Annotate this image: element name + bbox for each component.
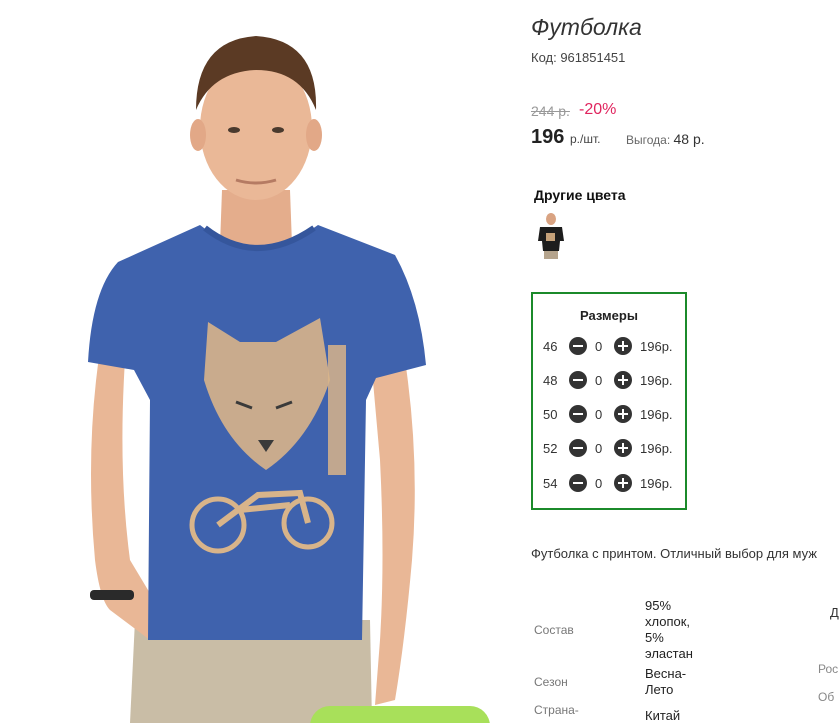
size-price: 196р.: [640, 476, 673, 491]
product-photo-illustration: [88, 36, 426, 723]
size-value: 50: [543, 407, 558, 422]
increase-quantity-button[interactable]: [614, 405, 632, 423]
profit-value: 48 р.: [673, 131, 705, 147]
side-column-heading: Д: [830, 605, 839, 620]
decrease-quantity-button[interactable]: [569, 474, 587, 492]
size-row: 52 0 196р.: [533, 439, 685, 459]
spec-label: Сезон: [534, 675, 568, 689]
quantity-value: 0: [595, 373, 603, 388]
quantity-value: 0: [595, 407, 603, 422]
size-row: 48 0 196р.: [533, 371, 685, 391]
profit-info: Выгода: 48 р.: [626, 131, 705, 147]
spec-label: Состав: [534, 623, 574, 637]
spec-value: 95% хлопок, 5% эластан: [645, 598, 693, 661]
quantity-value: 0: [595, 476, 603, 491]
old-price: 244 р.: [531, 103, 570, 119]
size-value: 46: [543, 339, 558, 354]
size-row: 54 0 196р.: [533, 474, 685, 494]
decrease-quantity-button[interactable]: [569, 439, 587, 457]
size-row: 50 0 196р.: [533, 405, 685, 425]
increase-quantity-button[interactable]: [614, 337, 632, 355]
decrease-quantity-button[interactable]: [569, 405, 587, 423]
increase-quantity-button[interactable]: [614, 371, 632, 389]
product-photo[interactable]: [0, 0, 520, 723]
decrease-quantity-button[interactable]: [569, 371, 587, 389]
spec-value: Весна-Лето: [645, 666, 687, 697]
size-price: 196р.: [640, 373, 673, 388]
size-price: 196р.: [640, 441, 673, 456]
size-value: 52: [543, 441, 558, 456]
quantity-value: 0: [595, 339, 603, 354]
sizes-heading: Размеры: [580, 308, 638, 323]
sizes-panel: Размеры 46 0 196р. 48 0 196р. 50 0 196р.…: [531, 292, 687, 510]
size-value: 54: [543, 476, 558, 491]
side-column-label: Об: [818, 690, 835, 704]
other-colors-heading: Другие цвета: [534, 187, 626, 203]
side-column-label: Рос: [818, 662, 839, 676]
product-title: Футболка: [531, 14, 642, 40]
current-price: 196: [531, 126, 565, 148]
size-price: 196р.: [640, 407, 673, 422]
color-variant-thumbnail[interactable]: [536, 211, 566, 259]
size-row: 46 0 196р.: [533, 337, 685, 357]
spec-label: Страна-: [534, 703, 579, 717]
size-price: 196р.: [640, 339, 673, 354]
spec-value: Китай: [645, 708, 681, 723]
add-to-cart-button[interactable]: [310, 706, 490, 723]
size-value: 48: [543, 373, 558, 388]
decrease-quantity-button[interactable]: [569, 337, 587, 355]
quantity-value: 0: [595, 441, 603, 456]
discount-badge: -20%: [579, 101, 617, 118]
product-description: Футболка с принтом. Отличный выбор для м…: [531, 546, 817, 561]
product-code: Код: 961851451: [531, 50, 626, 65]
increase-quantity-button[interactable]: [614, 474, 632, 492]
price-unit: р./шт.: [570, 132, 601, 146]
increase-quantity-button[interactable]: [614, 439, 632, 457]
profit-label: Выгода:: [626, 133, 671, 147]
